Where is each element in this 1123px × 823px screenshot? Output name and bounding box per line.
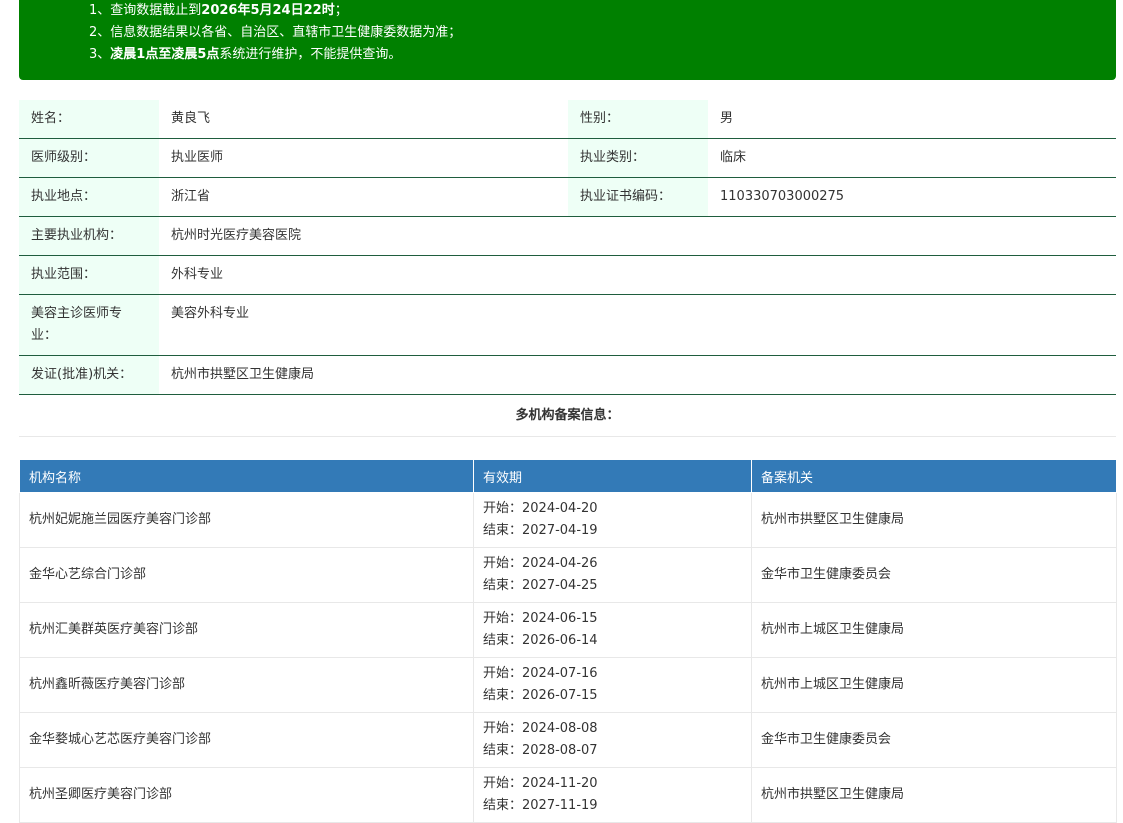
row-org-name: 金华心艺综合门诊部 — [19, 547, 474, 603]
level-label: 医师级别： — [19, 138, 159, 178]
row-org-name: 杭州妃妮施兰园医疗美容门诊部 — [19, 492, 474, 548]
table-row: 杭州汇美群英医疗美容门诊部 开始：2024-06-15 结束：2026-06-14… — [19, 602, 1117, 658]
issuer-label: 发证(批准)机关： — [19, 355, 159, 395]
org-label: 主要执业机构： — [19, 216, 159, 256]
row-end-date: 结束：2027-11-19 — [483, 798, 598, 813]
row-authority: 杭州市拱墅区卫生健康局 — [751, 767, 1117, 823]
row-start-date: 开始：2024-04-20 — [483, 501, 598, 516]
gender-value: 男 — [708, 100, 1116, 139]
cosmetic-label: 美容主诊医师专业： — [19, 294, 159, 356]
row-end-date: 结束：2027-04-19 — [483, 523, 598, 538]
multi-org-title: 多机构备案信息： — [19, 397, 1116, 437]
row-start-date: 开始：2024-06-15 — [483, 611, 598, 626]
header-authority: 备案机关 — [751, 459, 1117, 493]
notice-line-2: 2、信息数据结果以各省、自治区、直辖市卫生健康委数据为准； — [89, 22, 1116, 44]
location-value: 浙江省 — [159, 177, 568, 217]
info-row-level: 医师级别： 执业医师 执业类别： 临床 — [19, 138, 1116, 178]
notice-text: 2、信息数据结果以各省、自治区、直辖市卫生健康委数据为准； — [89, 25, 462, 40]
table-header-row: 机构名称 有效期 备案机关 — [19, 459, 1117, 493]
row-validity: 开始：2024-04-20 结束：2027-04-19 — [473, 492, 752, 548]
row-authority: 金华市卫生健康委员会 — [751, 712, 1117, 768]
gender-label: 性别： — [568, 100, 708, 139]
row-end-date: 结束：2026-07-15 — [483, 688, 598, 703]
row-start-date: 开始：2024-07-16 — [483, 666, 598, 681]
row-validity: 开始：2024-08-08 结束：2028-08-07 — [473, 712, 752, 768]
multi-org-table: 机构名称 有效期 备案机关 杭州妃妮施兰园医疗美容门诊部 开始：2024-04-… — [19, 459, 1117, 823]
notice-date: 2026年5月24日22时 — [201, 3, 335, 18]
row-org-name: 杭州圣卿医疗美容门诊部 — [19, 767, 474, 823]
location-label: 执业地点： — [19, 177, 159, 217]
notice-text: ； — [334, 3, 348, 18]
org-value: 杭州时光医疗美容医院 — [159, 216, 1116, 256]
table-row: 杭州妃妮施兰园医疗美容门诊部 开始：2024-04-20 结束：2027-04-1… — [19, 492, 1117, 548]
table-row: 杭州鑫昕薇医疗美容门诊部 开始：2024-07-16 结束：2026-07-15 … — [19, 657, 1117, 713]
category-value: 临床 — [708, 138, 1116, 178]
table-row: 杭州圣卿医疗美容门诊部 开始：2024-11-20 结束：2027-11-19 杭… — [19, 767, 1117, 823]
notice-line-1: 1、查询数据截止到2026年5月24日22时； — [89, 0, 1116, 22]
row-validity: 开始：2024-11-20 结束：2027-11-19 — [473, 767, 752, 823]
row-end-date: 结束：2027-04-25 — [483, 578, 598, 593]
row-authority: 杭州市上城区卫生健康局 — [751, 657, 1117, 713]
cert-label: 执业证书编码： — [568, 177, 708, 217]
notice-banner: 1、查询数据截止到2026年5月24日22时； 2、信息数据结果以各省、自治区、… — [19, 0, 1116, 80]
row-start-date: 开始：2024-04-26 — [483, 556, 598, 571]
info-row-issuer: 发证(批准)机关： 杭州市拱墅区卫生健康局 — [19, 355, 1116, 395]
name-value: 黄良飞 — [159, 100, 568, 139]
header-org-name: 机构名称 — [19, 459, 474, 493]
row-authority: 杭州市拱墅区卫生健康局 — [751, 492, 1117, 548]
row-start-date: 开始：2024-08-08 — [483, 721, 598, 736]
row-org-name: 杭州汇美群英医疗美容门诊部 — [19, 602, 474, 658]
row-org-name: 杭州鑫昕薇医疗美容门诊部 — [19, 657, 474, 713]
info-row-location: 执业地点： 浙江省 执业证书编码： 110330703000275 — [19, 177, 1116, 217]
cert-value: 110330703000275 — [708, 177, 1116, 217]
header-validity: 有效期 — [473, 459, 752, 493]
info-row-name: 姓名： 黄良飞 性别： 男 — [19, 100, 1116, 139]
notice-text: 3、 — [89, 47, 111, 62]
notice-text: 系统进行维护，不能提供查询。 — [219, 47, 402, 62]
notice-maintenance-time: 凌晨1点至凌晨5点 — [110, 47, 220, 62]
name-label: 姓名： — [19, 100, 159, 139]
row-end-date: 结束：2026-06-14 — [483, 633, 598, 648]
row-authority: 金华市卫生健康委员会 — [751, 547, 1117, 603]
row-end-date: 结束：2028-08-07 — [483, 743, 598, 758]
category-label: 执业类别： — [568, 138, 708, 178]
table-row: 金华心艺综合门诊部 开始：2024-04-26 结束：2027-04-25 金华市… — [19, 547, 1117, 603]
issuer-value: 杭州市拱墅区卫生健康局 — [159, 355, 1116, 395]
scope-value: 外科专业 — [159, 255, 1116, 295]
scope-label: 执业范围： — [19, 255, 159, 295]
cosmetic-value: 美容外科专业 — [159, 294, 1116, 356]
notice-text: 1、查询数据截止到 — [89, 3, 202, 18]
doctor-info-table: 姓名： 黄良飞 性别： 男 医师级别： 执业医师 执业类别： 临床 执业地点： … — [19, 100, 1116, 395]
row-authority: 杭州市上城区卫生健康局 — [751, 602, 1117, 658]
info-row-scope: 执业范围： 外科专业 — [19, 255, 1116, 295]
level-value: 执业医师 — [159, 138, 568, 178]
notice-line-3: 3、凌晨1点至凌晨5点系统进行维护，不能提供查询。 — [89, 44, 1116, 66]
info-row-cosmetic: 美容主诊医师专业： 美容外科专业 — [19, 294, 1116, 356]
table-row: 金华婺城心艺芯医疗美容门诊部 开始：2024-08-08 结束：2028-08-0… — [19, 712, 1117, 768]
row-org-name: 金华婺城心艺芯医疗美容门诊部 — [19, 712, 474, 768]
row-validity: 开始：2024-07-16 结束：2026-07-15 — [473, 657, 752, 713]
row-validity: 开始：2024-04-26 结束：2027-04-25 — [473, 547, 752, 603]
info-row-org: 主要执业机构： 杭州时光医疗美容医院 — [19, 216, 1116, 256]
row-validity: 开始：2024-06-15 结束：2026-06-14 — [473, 602, 752, 658]
